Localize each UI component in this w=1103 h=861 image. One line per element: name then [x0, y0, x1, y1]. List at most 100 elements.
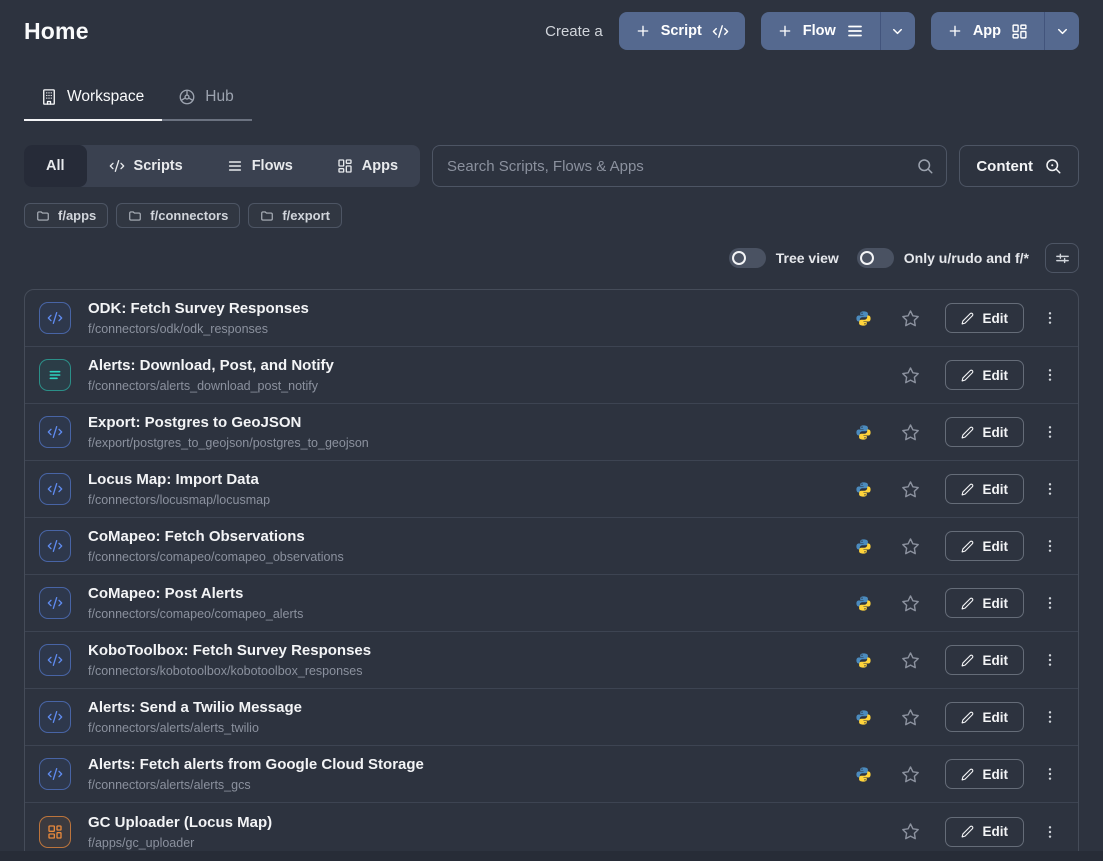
tab-workspace[interactable]: Workspace [24, 88, 162, 121]
edit-button[interactable]: Edit [945, 645, 1025, 675]
app-icon [337, 158, 353, 174]
star-icon [901, 423, 920, 442]
item-text: Alerts: Fetch alerts from Google Cloud S… [88, 756, 855, 792]
favorite-star-button[interactable] [901, 423, 920, 442]
create-flow-button[interactable]: Flow [761, 12, 880, 50]
item-text: Alerts: Send a Twilio Message f/connecto… [88, 699, 855, 735]
list-item[interactable]: Alerts: Fetch alerts from Google Cloud S… [25, 746, 1078, 803]
item-text: KoboToolbox: Fetch Survey Responses f/co… [88, 642, 855, 678]
edit-button[interactable]: Edit [945, 817, 1025, 847]
tab-workspace-label: Workspace [67, 88, 144, 106]
folder-chip-connectors[interactable]: f/connectors [116, 203, 240, 228]
folder-icon [128, 209, 142, 223]
list-item[interactable]: Alerts: Send a Twilio Message f/connecto… [25, 689, 1078, 746]
kebab-menu-button[interactable] [1040, 535, 1060, 557]
owner-filter-toggle[interactable] [857, 248, 894, 268]
create-script-group: Script [619, 12, 745, 50]
favorite-star-button[interactable] [901, 708, 920, 727]
favorite-star-button[interactable] [901, 309, 920, 328]
create-app-button[interactable]: App [931, 12, 1044, 50]
item-path: f/export/postgres_to_geojson/postgres_to… [88, 436, 855, 450]
code-icon [47, 595, 63, 611]
list-item[interactable]: Locus Map: Import Data f/connectors/locu… [25, 461, 1078, 518]
star-icon [901, 708, 920, 727]
folder-chip-apps[interactable]: f/apps [24, 203, 108, 228]
content-button[interactable]: Content [959, 145, 1079, 187]
plus-icon [947, 23, 963, 39]
item-path: f/connectors/odk/odk_responses [88, 322, 855, 336]
list-item[interactable]: KoboToolbox: Fetch Survey Responses f/co… [25, 632, 1078, 689]
kebab-menu-button[interactable] [1040, 763, 1060, 785]
kebab-menu-button[interactable] [1040, 592, 1060, 614]
favorite-star-button[interactable] [901, 594, 920, 613]
edit-button[interactable]: Edit [945, 531, 1025, 561]
kebab-menu-button[interactable] [1040, 706, 1060, 728]
favorite-star-button[interactable] [901, 651, 920, 670]
favorite-star-button[interactable] [901, 366, 920, 385]
list-item[interactable]: ODK: Fetch Survey Responses f/connectors… [25, 290, 1078, 347]
filter-scripts[interactable]: Scripts [87, 145, 205, 187]
favorite-star-button[interactable] [901, 822, 920, 841]
code-icon [47, 538, 63, 554]
create-script-button[interactable]: Script [619, 12, 745, 50]
list-item[interactable]: Alerts: Download, Post, and Notify f/con… [25, 347, 1078, 404]
kebab-menu-button[interactable] [1040, 364, 1060, 386]
python-icon [855, 538, 872, 555]
pencil-icon [961, 483, 974, 496]
code-icon [47, 766, 63, 782]
edit-button[interactable]: Edit [945, 702, 1025, 732]
create-app-dropdown-button[interactable] [1044, 12, 1079, 50]
kebab-menu-button[interactable] [1040, 821, 1060, 843]
tree-view-toggle[interactable] [729, 248, 766, 268]
flow-icon [227, 158, 243, 174]
app-icon [39, 816, 71, 848]
kebab-icon [1042, 823, 1058, 841]
favorite-star-button[interactable] [901, 537, 920, 556]
edit-button[interactable]: Edit [945, 474, 1025, 504]
create-flow-dropdown-button[interactable] [880, 12, 915, 50]
list-item[interactable]: CoMapeo: Fetch Observations f/connectors… [25, 518, 1078, 575]
create-script-label: Script [661, 23, 702, 39]
edit-button[interactable]: Edit [945, 759, 1025, 789]
filter-flows-label: Flows [252, 158, 293, 174]
folder-chip-export[interactable]: f/export [248, 203, 342, 228]
edit-button-label: Edit [983, 368, 1009, 383]
code-icon [47, 652, 63, 668]
edit-button[interactable]: Edit [945, 360, 1025, 390]
language-badge-slot [855, 310, 873, 327]
kebab-menu-button[interactable] [1040, 421, 1060, 443]
app-icon [47, 824, 63, 840]
filter-all[interactable]: All [24, 145, 87, 187]
star-icon [901, 651, 920, 670]
item-title: Locus Map: Import Data [88, 471, 855, 489]
list-item[interactable]: CoMapeo: Post Alerts f/connectors/comape… [25, 575, 1078, 632]
create-label: Create a [545, 23, 603, 40]
pencil-icon [961, 312, 974, 325]
search-input[interactable] [432, 145, 947, 187]
list-item[interactable]: Export: Postgres to GeoJSON f/export/pos… [25, 404, 1078, 461]
kebab-icon [1042, 594, 1058, 612]
pencil-icon [961, 768, 974, 781]
filter-scripts-label: Scripts [134, 158, 183, 174]
edit-button[interactable]: Edit [945, 417, 1025, 447]
kebab-icon [1042, 366, 1058, 384]
item-title: GC Uploader (Locus Map) [88, 814, 855, 832]
flow-icon [39, 359, 71, 391]
filter-flows[interactable]: Flows [205, 145, 315, 187]
edit-button-label: Edit [983, 596, 1009, 611]
edit-button[interactable]: Edit [945, 303, 1025, 333]
kebab-menu-button[interactable] [1040, 307, 1060, 329]
kebab-menu-button[interactable] [1040, 649, 1060, 671]
language-badge-slot [855, 652, 873, 669]
kebab-menu-button[interactable] [1040, 478, 1060, 500]
code-icon [47, 481, 63, 497]
display-settings-button[interactable] [1045, 243, 1079, 273]
filter-apps[interactable]: Apps [315, 145, 420, 187]
code-icon [47, 709, 63, 725]
favorite-star-button[interactable] [901, 765, 920, 784]
create-flow-group: Flow [761, 12, 915, 50]
tab-hub[interactable]: Hub [162, 88, 251, 121]
star-icon [901, 537, 920, 556]
edit-button[interactable]: Edit [945, 588, 1025, 618]
favorite-star-button[interactable] [901, 480, 920, 499]
